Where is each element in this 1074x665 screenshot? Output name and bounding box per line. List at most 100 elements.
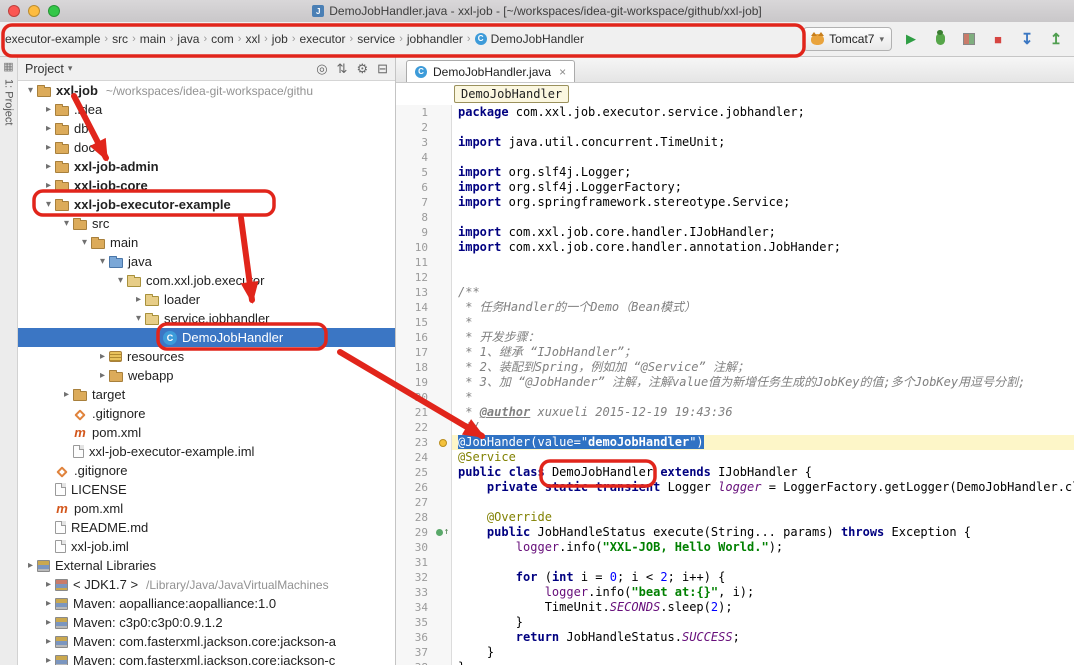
chevron-collapsed-icon[interactable]: ▸ (42, 104, 55, 115)
code-text: } (452, 660, 1074, 665)
chevron-expanded-icon[interactable]: ▾ (114, 275, 127, 286)
left-tool-strip: ▦ 1: Project (0, 57, 18, 665)
breadcrumb-item-main[interactable]: main (137, 30, 169, 48)
tree-item-jdk1.7[interactable]: ▸< JDK1.7 >/Library/Java/JavaVirtualMach… (18, 575, 395, 594)
chevron-expanded-icon[interactable]: ▾ (24, 85, 37, 96)
code-token: * 2、装配到Spring，例如加 “@Service” 注解； (458, 360, 749, 374)
tree-item-webapp[interactable]: ▸webapp (18, 366, 395, 385)
code-text: import org.slf4j.LoggerFactory; (452, 180, 1074, 195)
gear-icon[interactable]: ⚙ (356, 61, 368, 77)
close-tab-icon[interactable]: × (559, 65, 566, 79)
tab-label: DemoJobHandler.java (433, 65, 551, 79)
tree-item-java[interactable]: ▾java (18, 252, 395, 271)
tree-item-service.jobhandler[interactable]: ▾service.jobhandler (18, 309, 395, 328)
tree-item-readme.md[interactable]: README.md (18, 518, 395, 537)
run-method-gutter-icon[interactable] (436, 529, 443, 536)
tree-item-db[interactable]: ▸ db (18, 119, 395, 138)
breadcrumb-item-xxl[interactable]: xxl (242, 30, 263, 48)
chevron-expanded-icon[interactable]: ▾ (132, 313, 145, 324)
code-token: class (509, 465, 545, 479)
breadcrumb-item-jobhandler[interactable]: jobhandler (404, 30, 466, 48)
tree-item-src[interactable]: ▾src (18, 214, 395, 233)
tree-item-doc[interactable]: ▸doc (18, 138, 395, 157)
chevron-collapsed-icon[interactable]: ▸ (42, 655, 55, 665)
tree-item-xxl-job-core[interactable]: ▸xxl-job-core (18, 176, 395, 195)
chevron-collapsed-icon[interactable]: ▸ (42, 180, 55, 191)
tree-item-xxl-job.iml[interactable]: xxl-job.iml (18, 537, 395, 556)
chevron-collapsed-icon[interactable]: ▸ (42, 123, 55, 134)
tree-item-com.xxl.job.executor[interactable]: ▾com.xxl.job.executor (18, 271, 395, 290)
chevron-collapsed-icon[interactable]: ▸ (96, 370, 109, 381)
chevron-expanded-icon[interactable]: ▾ (42, 199, 55, 210)
coverage-button[interactable] (959, 29, 979, 49)
chevron-collapsed-icon[interactable]: ▸ (24, 560, 37, 571)
chevron-collapsed-icon[interactable]: ▸ (42, 598, 55, 609)
breadcrumb-item-src[interactable]: src (109, 30, 131, 48)
project-tool-icon[interactable]: ▦ (3, 61, 13, 73)
code-token (537, 480, 544, 494)
chevron-collapsed-icon[interactable]: ▸ (42, 142, 55, 153)
tree-item-label: db (74, 121, 88, 136)
chevron-down-icon: ▾ (879, 34, 884, 45)
line-number: 26 (396, 480, 434, 495)
breadcrumb-item-job[interactable]: job (269, 30, 291, 48)
tree-item-maven-c3p0-c3p0-0.9.1.2[interactable]: ▸Maven: c3p0:c3p0:0.9.1.2 (18, 613, 395, 632)
run-config-selector[interactable]: Tomcat7 ▾ (803, 27, 892, 51)
tree-item-pom.xml[interactable]: mpom.xml (18, 499, 395, 518)
code-line-4: 4 (396, 150, 1074, 165)
intention-bulb-icon[interactable] (439, 439, 447, 447)
tree-item-demojobhandler[interactable]: CDemoJobHandler (18, 328, 395, 347)
tree-item-.idea[interactable]: ▸.idea (18, 100, 395, 119)
project-view-selector[interactable]: Project ▾ (25, 62, 72, 76)
vcs-commit-button[interactable]: ↥ (1046, 29, 1066, 49)
chevron-collapsed-icon[interactable]: ▸ (60, 389, 73, 400)
locate-icon[interactable]: ◎ (316, 61, 327, 77)
chevron-expanded-icon[interactable]: ▾ (96, 256, 109, 267)
context-chip[interactable]: DemoJobHandler (454, 85, 569, 103)
chevron-expanded-icon[interactable]: ▾ (60, 218, 73, 229)
chevron-expanded-icon[interactable]: ▾ (78, 237, 91, 248)
breadcrumb-item-com[interactable]: com (208, 30, 237, 48)
breadcrumb-item-executor-example[interactable]: executor-example (2, 30, 103, 48)
chevron-collapsed-icon[interactable]: ▸ (42, 636, 55, 647)
debug-button[interactable] (930, 29, 950, 49)
breadcrumb-item-java[interactable]: java (174, 30, 202, 48)
tree-item-label: loader (164, 292, 200, 307)
tree-item-external-libraries[interactable]: ▸External Libraries (18, 556, 395, 575)
hide-panel-icon[interactable]: ⊟ (377, 61, 388, 77)
breadcrumb-item-demojobhandler[interactable]: CDemoJobHandler (472, 30, 587, 48)
vcs-update-button[interactable]: ↧ (1017, 29, 1037, 49)
code-text (452, 210, 1074, 225)
code-text: import org.springframework.stereotype.Se… (452, 195, 1074, 210)
stop-button[interactable]: ■ (988, 29, 1008, 49)
tree-item-maven-aopalliance-aopalliance-1.0[interactable]: ▸Maven: aopalliance:aopalliance:1.0 (18, 594, 395, 613)
tree-item-resources[interactable]: ▸resources (18, 347, 395, 366)
chevron-collapsed-icon[interactable]: ▸ (42, 617, 55, 628)
tab-demojobhandler[interactable]: C DemoJobHandler.java × (406, 60, 575, 82)
tree-item-target[interactable]: ▸target (18, 385, 395, 404)
tree-item-maven-com.fasterxml.jackson.core-jackson-c[interactable]: ▸Maven: com.fasterxml.jackson.core:jacks… (18, 651, 395, 665)
tree-item-xxl-job-executor-example[interactable]: ▾xxl-job-executor-example (18, 195, 395, 214)
chevron-collapsed-icon[interactable]: ▸ (42, 161, 55, 172)
project-tool-label[interactable]: 1: Project (3, 79, 15, 125)
tree-item-pom.xml[interactable]: mpom.xml (18, 423, 395, 442)
code-area[interactable]: 1package com.xxl.job.executor.service.jo… (396, 105, 1074, 665)
chevron-collapsed-icon[interactable]: ▸ (96, 351, 109, 362)
tree-item-.gitignore[interactable]: .gitignore (18, 461, 395, 480)
tree-item-main[interactable]: ▾main (18, 233, 395, 252)
override-arrow-icon[interactable]: ↑ (444, 525, 449, 540)
chevron-collapsed-icon[interactable]: ▸ (42, 579, 55, 590)
tree-item-xxl-job[interactable]: ▾xxl-job~/workspaces/idea-git-workspace/… (18, 81, 395, 100)
tree-item-license[interactable]: LICENSE (18, 480, 395, 499)
tree-item-loader[interactable]: ▸ loader (18, 290, 395, 309)
tree-item-xxl-job-admin[interactable]: ▸xxl-job-admin (18, 157, 395, 176)
tree-item-maven-com.fasterxml.jackson.core-jackson-a[interactable]: ▸Maven: com.fasterxml.jackson.core:jacks… (18, 632, 395, 651)
breadcrumb-item-executor[interactable]: executor (296, 30, 348, 48)
tree-item-xxl-job-executor-example.iml[interactable]: xxl-job-executor-example.iml (18, 442, 395, 461)
code-token: ") (689, 435, 703, 449)
breadcrumb-item-service[interactable]: service (354, 30, 398, 48)
run-button[interactable]: ▶ (901, 29, 921, 49)
collapse-all-icon[interactable]: ⇅ (337, 61, 348, 77)
chevron-collapsed-icon[interactable]: ▸ (132, 294, 145, 305)
tree-item-.gitignore[interactable]: .gitignore (18, 404, 395, 423)
